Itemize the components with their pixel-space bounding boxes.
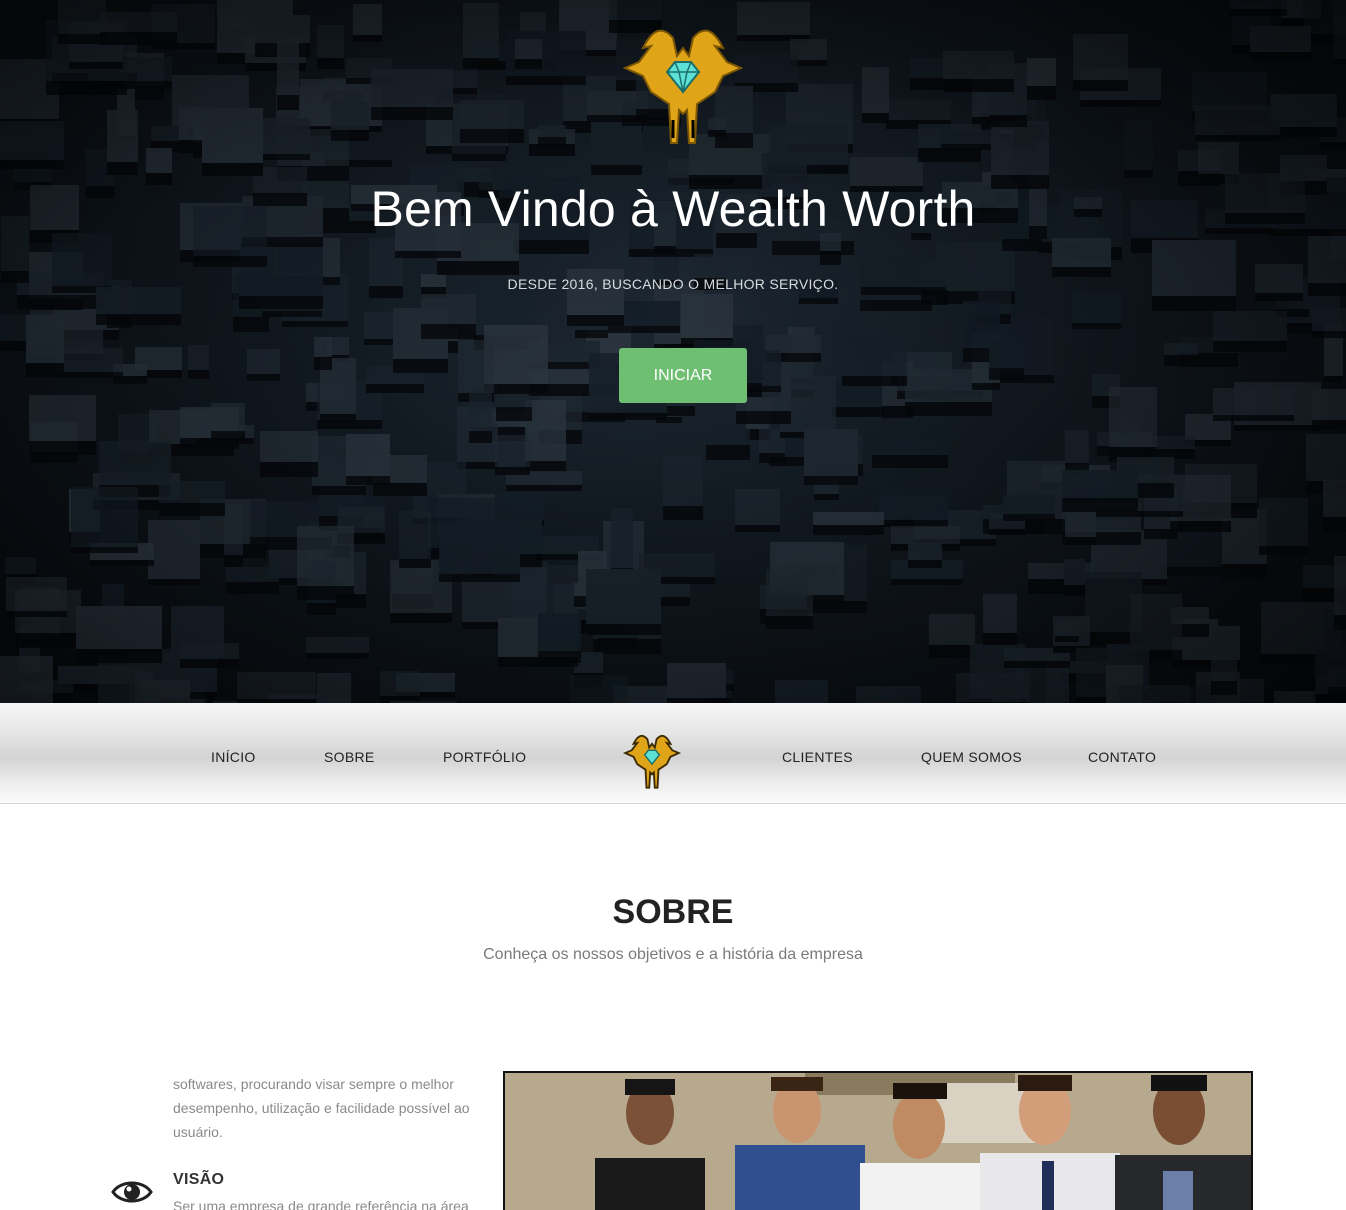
about-title: SOBRE [612, 893, 734, 931]
nav-logo[interactable] [622, 730, 682, 790]
hero-section: Bem Vindo à Wealth Worth DESDE 2016, BUS… [0, 0, 1346, 703]
hero-subtitle: DESDE 2016, BUSCANDO O MELHOR SERVIÇO. [507, 276, 839, 292]
hero-title: Bem Vindo à Wealth Worth [370, 181, 976, 237]
main-navbar: INÍCIO SOBRE PORTFÓLIO CLIENTES QUEM SOM… [0, 703, 1346, 804]
nav-item-inicio[interactable]: INÍCIO [211, 749, 256, 765]
nav-item-contato[interactable]: CONTATO [1088, 749, 1156, 765]
start-button[interactable]: INICIAR [619, 348, 747, 403]
nav-item-sobre[interactable]: SOBRE [324, 749, 375, 765]
nav-item-quem-somos[interactable]: QUEM SOMOS [921, 749, 1022, 765]
team-photo [503, 1071, 1253, 1210]
vision-title: VISÃO [173, 1171, 225, 1188]
eye-icon [111, 1181, 153, 1203]
vision-text: Ser uma empresa de grande referência na … [173, 1198, 469, 1210]
about-subtitle: Conheça os nossos objetivos e a história… [483, 946, 863, 963]
nav-item-portfolio[interactable]: PORTFÓLIO [443, 749, 526, 765]
hero-logo [623, 29, 743, 144]
nav-item-clientes[interactable]: CLIENTES [782, 749, 853, 765]
mission-text: softwares, procurando visar sempre o mel… [173, 1076, 470, 1140]
team-photo-illustration [505, 1073, 1251, 1210]
